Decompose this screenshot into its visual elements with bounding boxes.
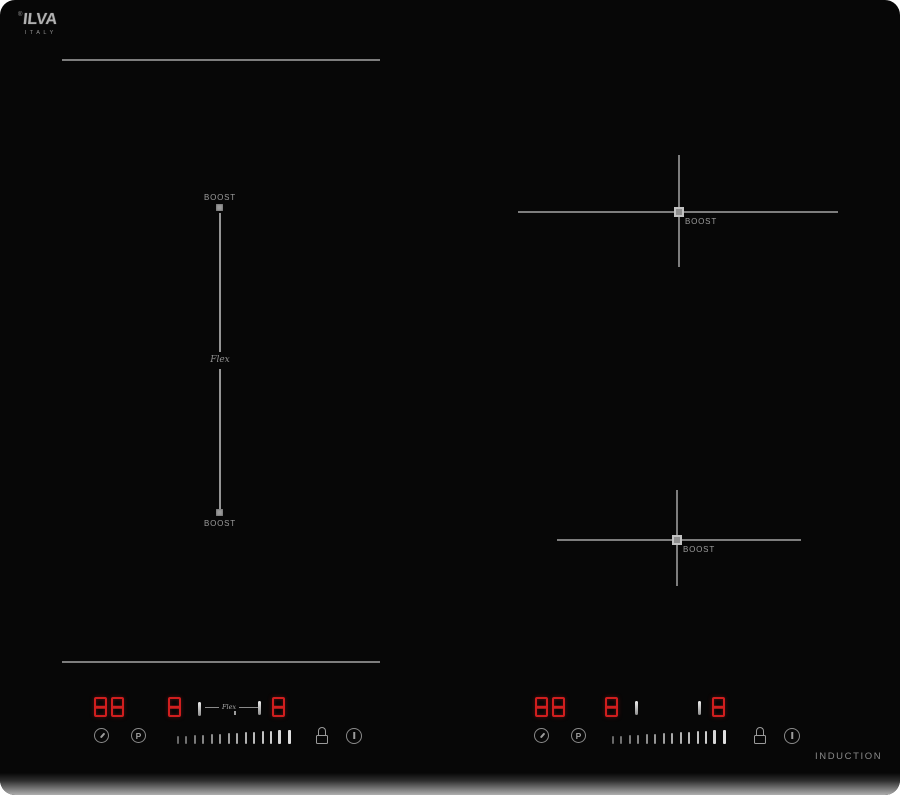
slider-tick[interactable] xyxy=(697,731,699,744)
slider-tick[interactable] xyxy=(705,731,707,744)
slider-tick[interactable] xyxy=(253,732,255,744)
slider-tick[interactable] xyxy=(202,735,204,744)
brand-country: ITALY xyxy=(18,30,58,36)
induction-hob-surface: ®ILVA ITALY BOOST Flex BOOST BOOST xyxy=(0,0,900,795)
boost-label-right-top: BOOST xyxy=(685,217,717,226)
slider-tick[interactable] xyxy=(236,733,238,744)
power-level-slider[interactable] xyxy=(612,729,726,744)
pause-button[interactable]: P xyxy=(131,728,146,743)
lock-button[interactable] xyxy=(314,727,329,744)
slider-handle-icon[interactable] xyxy=(258,701,261,715)
slider-tick[interactable] xyxy=(185,736,187,744)
seven-segment-digit xyxy=(94,697,107,717)
flex-bridge-line-left xyxy=(205,707,219,708)
standby-power-icon xyxy=(353,732,355,739)
pause-button[interactable]: P xyxy=(571,728,586,743)
product-photo: ®ILVA ITALY BOOST Flex BOOST BOOST xyxy=(0,0,900,795)
induction-type-label: INDUCTION xyxy=(815,751,882,762)
brand-logo: ®ILVA ITALY xyxy=(18,11,58,36)
timer-button[interactable] xyxy=(94,728,109,743)
boost-label-right-bottom: BOOST xyxy=(683,545,715,554)
timer-clock-icon xyxy=(100,732,105,737)
seven-segment-digit xyxy=(552,697,565,717)
slider-tick[interactable] xyxy=(723,730,726,744)
flex-divider-line-lower xyxy=(219,369,221,509)
flex-zone-top-line xyxy=(62,59,380,61)
slider-tick[interactable] xyxy=(663,733,665,744)
standby-power-icon xyxy=(791,732,793,739)
slider-tick[interactable] xyxy=(646,734,648,744)
slider-tick[interactable] xyxy=(612,736,614,744)
brand-name: ILVA xyxy=(22,11,58,29)
boost-label-left-top: BOOST xyxy=(204,193,236,202)
slider-tick[interactable] xyxy=(654,734,656,744)
slider-tick[interactable] xyxy=(637,735,639,744)
boost-marker-left-bottom xyxy=(216,509,223,516)
slider-tick[interactable] xyxy=(278,730,281,744)
slider-tick[interactable] xyxy=(688,732,690,744)
registered-mark: ® xyxy=(18,12,22,18)
boost-label-left-bottom: BOOST xyxy=(204,519,236,528)
slider-tick[interactable] xyxy=(620,736,622,744)
slider-tick[interactable] xyxy=(262,731,264,744)
boost-marker-right-top xyxy=(674,207,684,217)
timer-display xyxy=(94,697,124,717)
slider-tick[interactable] xyxy=(288,730,291,744)
timer-button[interactable] xyxy=(534,728,549,743)
slider-handle-icon[interactable] xyxy=(635,701,638,715)
seven-segment-digit xyxy=(168,697,181,717)
p-pause-icon: P xyxy=(136,731,142,741)
zone-power-display-left xyxy=(605,697,618,717)
seven-segment-digit xyxy=(712,697,725,717)
p-pause-icon: P xyxy=(576,731,582,741)
zone-power-display-right xyxy=(712,697,725,717)
flex-bridge-label: Flex xyxy=(222,704,236,710)
glass-front-edge xyxy=(0,773,900,795)
slider-tick[interactable] xyxy=(245,732,247,744)
timer-clock-icon xyxy=(540,732,545,737)
slider-tick[interactable] xyxy=(629,735,631,744)
lock-button[interactable] xyxy=(752,727,767,744)
slider-tick[interactable] xyxy=(713,730,716,744)
power-button[interactable] xyxy=(784,728,800,744)
power-level-slider[interactable] xyxy=(177,729,291,744)
boost-marker-right-bottom xyxy=(672,535,682,545)
seven-segment-digit xyxy=(111,697,124,717)
slider-tick[interactable] xyxy=(211,734,213,744)
slider-tick[interactable] xyxy=(228,733,230,744)
boost-marker-left-top xyxy=(216,204,223,211)
slider-handle-icon[interactable] xyxy=(198,702,201,716)
slider-tick[interactable] xyxy=(671,733,673,744)
zone-power-display-left xyxy=(168,697,181,717)
flex-bridge-control[interactable]: Flex xyxy=(205,704,265,715)
flex-zone-bottom-line xyxy=(62,661,380,663)
slider-tick[interactable] xyxy=(177,736,179,744)
seven-segment-digit xyxy=(535,697,548,717)
slider-handle-icon[interactable] xyxy=(698,701,701,715)
zone-power-display-right xyxy=(272,697,285,717)
flex-divider-line-upper xyxy=(219,213,221,352)
padlock-icon xyxy=(756,727,764,735)
power-button[interactable] xyxy=(346,728,362,744)
slider-tick[interactable] xyxy=(270,731,272,744)
flex-zone-label: Flex xyxy=(210,355,230,365)
flex-bridge-marker xyxy=(234,711,236,715)
seven-segment-digit xyxy=(272,697,285,717)
slider-tick[interactable] xyxy=(219,734,221,744)
slider-tick[interactable] xyxy=(680,732,682,744)
timer-display xyxy=(535,697,565,717)
slider-tick[interactable] xyxy=(194,735,196,744)
padlock-icon xyxy=(318,727,326,735)
seven-segment-digit xyxy=(605,697,618,717)
